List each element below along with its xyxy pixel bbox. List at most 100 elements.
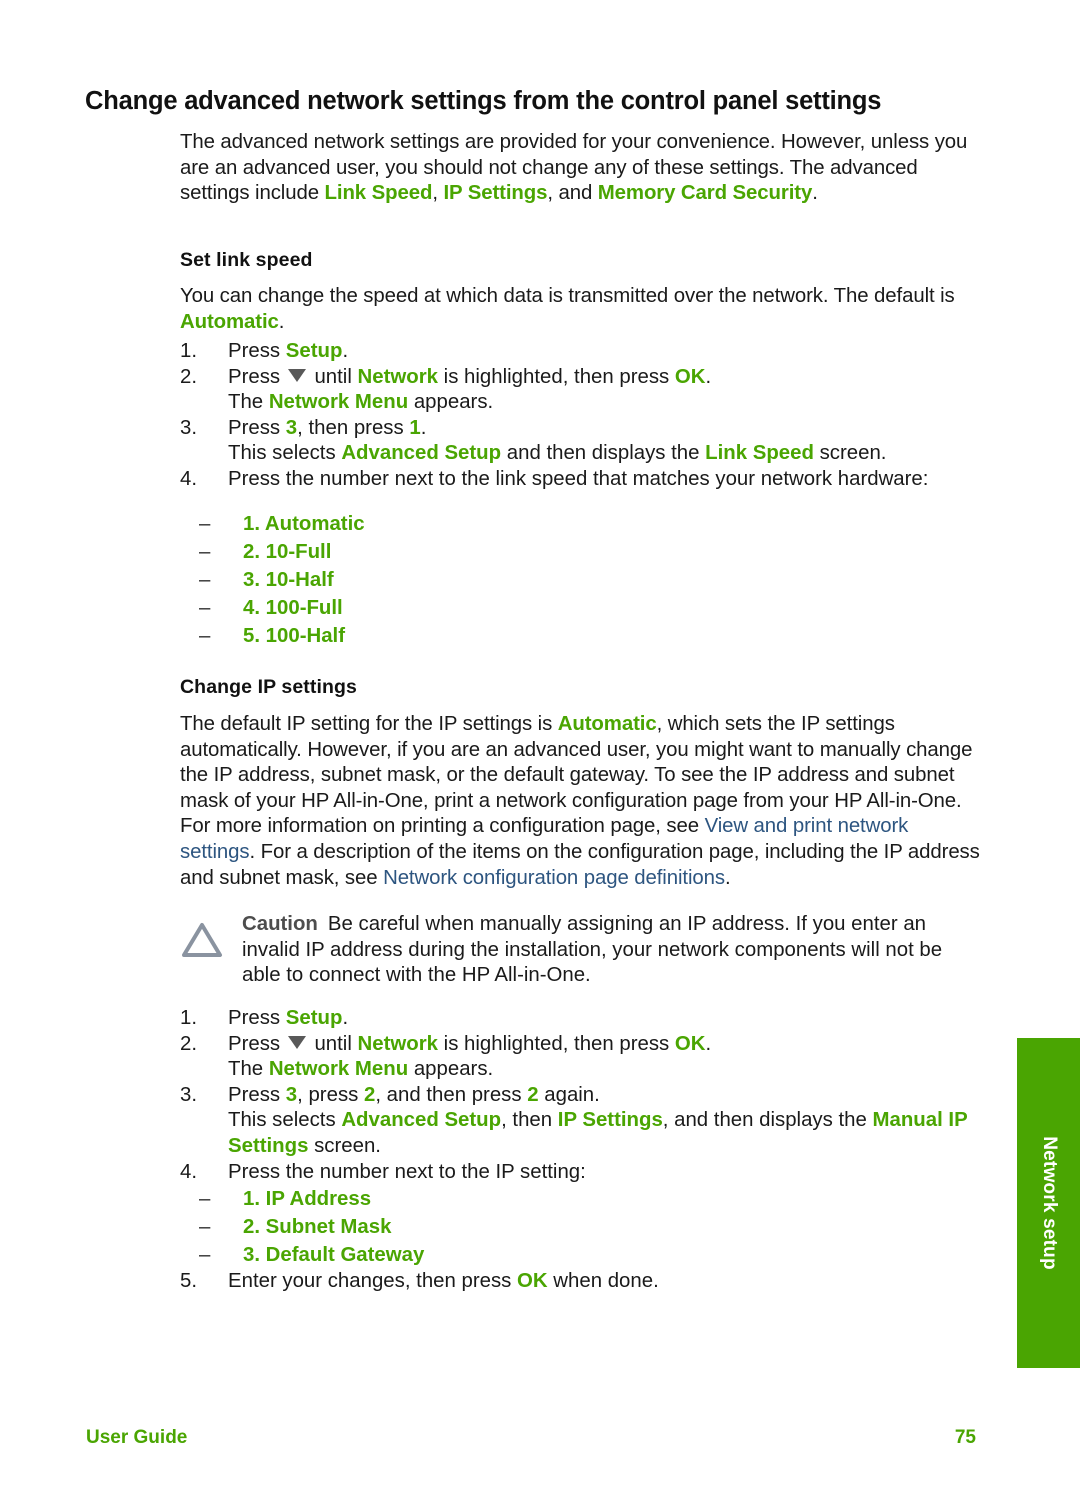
step-continuation: This selects Advanced Setup and then dis… [180,441,980,467]
cont-text-end: appears. [408,1058,494,1081]
document-page: Change advanced network settings from th… [0,0,1080,1495]
step-item: Press the number next to the IP setting: [180,1160,980,1186]
step-text-end: again. [538,1083,600,1106]
link-speed-options: 1. Automatic 2. 10-Full 3. 10-Half 4. 10… [180,510,980,650]
option-item: 2. 10-Full [180,538,980,566]
step-text: Press [228,1007,286,1029]
step-text-mid: , then press [297,416,410,439]
step-text: Press [228,1032,286,1055]
step-text: Press the number next to the IP setting: [228,1160,586,1183]
step-item: Press the number next to the link speed … [180,467,980,493]
step-item: Enter your changes, then press OK when d… [180,1269,980,1295]
step-text-end: . [420,416,427,439]
down-triangle-icon [287,368,306,382]
step-item: Press until Network is highlighted, then… [180,365,980,391]
term-link-speed-screen: Link Speed [705,442,814,465]
cont-text-end: screen. [308,1134,381,1157]
ip-settings-steps: Press Setup. Press until Network is high… [180,1006,980,1295]
section-heading-set-link-speed: Set link speed [180,249,313,271]
intro-sep-2: , and [547,182,598,205]
step-item: Press Setup. [180,339,980,365]
term-advanced-setup: Advanced Setup [341,442,502,465]
caution-text: Be careful when manually assigning an IP… [242,913,943,987]
cont-text: This selects [228,442,342,465]
section-heading-change-ip-settings: Change IP settings [180,676,357,698]
term-ip-settings: IP Settings [443,182,548,205]
term-link-speed: Link Speed [324,182,433,205]
term-ok: OK [674,1032,706,1055]
link-speed-intro-b: . [278,310,285,333]
step-continuation: This selects Advanced Setup, then IP Set… [180,1108,980,1159]
step-text: Press [228,340,286,362]
step-item: Press 3, then press 1. [180,416,980,442]
cont-text-end: screen. [813,442,887,465]
step-text: Press [228,416,286,439]
step-text-mid: , press [297,1083,364,1106]
option-item: 4. 100-Full [180,594,980,622]
step-item: Press Setup. [180,1006,980,1032]
term-network: Network [357,365,438,388]
link-speed-intro-a: You can change the speed at which data i… [180,285,955,307]
step-text-end: . [705,1032,712,1055]
term-ip-settings: IP Settings [557,1109,663,1132]
term-key-3: 3 [285,416,298,439]
option-item: 5. 100-Half [180,622,980,650]
term-ok: OK [674,365,706,388]
caution-block: Caution Be careful when manually assignin… [180,912,980,989]
page-title: Change advanced network settings from th… [85,87,882,115]
cont-text-end: appears. [408,391,494,414]
step-text: Enter your changes, then press [228,1270,518,1293]
term-key-2a: 2 [364,1083,376,1106]
intro-end: . [812,182,818,205]
term-ok: OK [517,1270,548,1293]
term-network: Network [357,1032,438,1055]
link-speed-steps: Press Setup. Press until Network is high… [180,339,980,493]
cont-text-mid2: , and then displays the [662,1109,873,1132]
option-item: 3. 10-Half [180,566,980,594]
step-text: Press the number next to the link speed … [228,467,929,490]
step-item: Press 3, press 2, and then press 2 again… [180,1083,980,1109]
step-text-mid: until [308,365,358,388]
cont-text: This selects [228,1109,342,1132]
term-key-1: 1 [409,416,421,439]
term-automatic: Automatic [180,310,279,333]
ip-settings-options: 1. IP Address 2. Subnet Mask 3. Default … [180,1185,980,1269]
footer-page-number: 75 [954,1427,976,1448]
step-text-mid3: , and then press [375,1083,528,1106]
option-item: 1. IP Address [180,1185,980,1213]
term-memory-card-security: Memory Card Security [597,182,813,205]
step-continuation: The Network Menu appears. [180,390,980,416]
intro-paragraph: The advanced network settings are provid… [180,130,980,207]
option-item: 3. Default Gateway [180,1241,980,1269]
term-setup: Setup [285,340,343,362]
term-automatic: Automatic [557,713,657,735]
step-item: Press until Network is highlighted, then… [180,1032,980,1058]
caution-text-wrap: Caution Be careful when manually assignin… [242,912,980,989]
term-network-menu: Network Menu [268,1058,409,1081]
step-options-slot: 1. IP Address 2. Subnet Mask 3. Default … [180,1185,980,1269]
ip-settings-paragraph: The default IP setting for the IP settin… [180,712,980,891]
warning-triangle-icon [180,912,242,964]
side-tab-network-setup: Network setup [1017,1038,1080,1368]
step-text: Press [228,365,286,388]
step-text-end: . [342,340,349,362]
intro-sep-1: , [432,182,444,205]
term-key-2b: 2 [527,1083,539,1106]
step-text-end: . [342,1007,349,1029]
cont-text-mid: , then [501,1109,558,1132]
step-text-mid2: is highlighted, then press [438,365,675,388]
step-text: Press [228,1083,286,1106]
step-continuation: The Network Menu appears. [180,1057,980,1083]
term-network-menu: Network Menu [268,391,409,414]
ip-para-d: . [724,866,731,889]
option-item: 1. Automatic [180,510,980,538]
link-speed-intro: You can change the speed at which data i… [180,284,980,335]
link-network-configuration-page-definitions[interactable]: Network configuration page definitions [383,867,725,889]
step-text-end: when done. [547,1270,659,1293]
caution-label: Caution [242,913,318,935]
down-triangle-icon [287,1035,306,1049]
step-text-end: . [705,365,712,388]
option-item: 2. Subnet Mask [180,1213,980,1241]
step-text-mid: until [308,1032,358,1055]
ip-para-a: The default IP setting for the IP settin… [180,713,558,735]
